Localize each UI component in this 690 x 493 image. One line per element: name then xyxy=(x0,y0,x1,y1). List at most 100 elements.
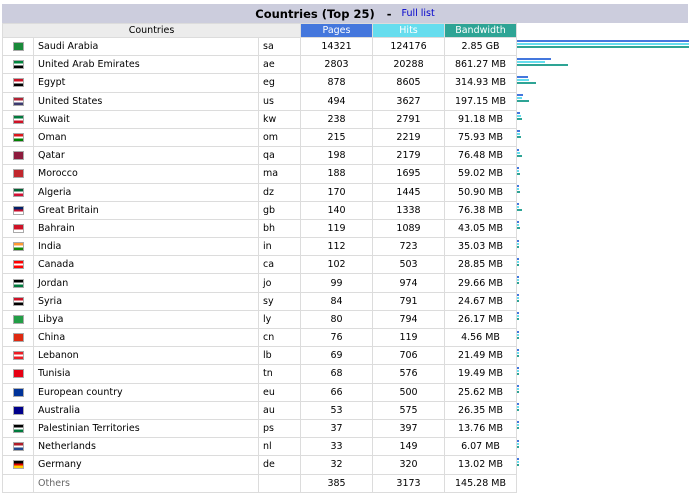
flag-cell xyxy=(3,56,34,74)
pages-bar xyxy=(517,94,523,96)
pages-value: 68 xyxy=(301,365,373,383)
bar-graph-cell xyxy=(517,329,690,347)
country-code: kw xyxy=(259,110,301,128)
hits-value: 974 xyxy=(373,274,445,292)
country-name: Egypt xyxy=(34,74,259,92)
country-name: Jordan xyxy=(34,274,259,292)
flag-cell xyxy=(3,256,34,274)
eu-flag-icon xyxy=(13,388,24,397)
bandwidth-bar xyxy=(517,173,520,175)
bandwidth-value: 6.07 MB xyxy=(445,438,517,456)
bandwidth-bar xyxy=(517,136,521,138)
bandwidth-value: 13.76 MB xyxy=(445,419,517,437)
pages-value: 14321 xyxy=(301,38,373,56)
hits-value: 791 xyxy=(373,292,445,310)
country-code: nl xyxy=(259,438,301,456)
col-header-graph xyxy=(517,24,690,38)
hits-value: 500 xyxy=(373,383,445,401)
country-code: lb xyxy=(259,347,301,365)
bar-graph-cell xyxy=(517,401,690,419)
bandwidth-value: 2.85 GB xyxy=(445,38,517,56)
table-row: Great Britaingb140133876.38 MB xyxy=(3,201,690,219)
jo-flag-icon xyxy=(13,279,24,288)
bar-graph-cell xyxy=(517,310,690,328)
table-row: Saudi Arabiasa143211241762.85 GB xyxy=(3,38,690,56)
pages-bar xyxy=(517,240,519,242)
country-name: Lebanon xyxy=(34,347,259,365)
bandwidth-value: 29.66 MB xyxy=(445,274,517,292)
bandwidth-value: 25.62 MB xyxy=(445,383,517,401)
hits-value: 397 xyxy=(373,419,445,437)
table-row: Australiaau5357526.35 MB xyxy=(3,401,690,419)
col-header-countries: Countries xyxy=(3,24,301,38)
bandwidth-bar xyxy=(517,464,519,466)
country-name: Great Britain xyxy=(34,201,259,219)
bandwidth-bar xyxy=(517,264,519,266)
hits-value: 503 xyxy=(373,256,445,274)
flag-cell xyxy=(3,292,34,310)
hits-bar xyxy=(517,406,519,408)
bandwidth-bar xyxy=(517,64,568,66)
bar-graph-cell xyxy=(517,419,690,437)
pages-value: 878 xyxy=(301,74,373,92)
others-bandwidth-value: 145.28 MB xyxy=(445,474,517,492)
bar-graph-cell xyxy=(517,128,690,146)
cn-flag-icon xyxy=(13,333,24,342)
pages-bar xyxy=(517,112,520,114)
country-code: ly xyxy=(259,310,301,328)
hits-bar xyxy=(517,388,519,390)
kw-flag-icon xyxy=(13,115,24,124)
pages-bar xyxy=(517,385,519,387)
pages-value: 53 xyxy=(301,401,373,419)
bandwidth-bar xyxy=(517,373,519,375)
section-title-bar: Countries (Top 25) - Full list xyxy=(2,4,688,23)
pages-bar xyxy=(517,331,519,333)
table-row: Netherlandsnl331496.07 MB xyxy=(3,438,690,456)
pages-bar xyxy=(517,403,519,405)
bandwidth-bar xyxy=(517,427,519,429)
bandwidth-value: 35.03 MB xyxy=(445,238,517,256)
table-body: Saudi Arabiasa143211241762.85 GBUnited A… xyxy=(3,38,690,493)
title-separator: - xyxy=(387,7,392,21)
country-code: ca xyxy=(259,256,301,274)
table-row: Canadaca10250328.85 MB xyxy=(3,256,690,274)
bar-graph-cell xyxy=(517,438,690,456)
full-list-link[interactable]: Full list xyxy=(402,8,435,19)
hits-bar xyxy=(517,170,519,172)
pages-value: 32 xyxy=(301,456,373,474)
hits-value: 794 xyxy=(373,310,445,328)
pages-bar xyxy=(517,76,528,78)
bar-graph-cell xyxy=(517,56,690,74)
country-code: om xyxy=(259,128,301,146)
hits-bar xyxy=(517,61,545,63)
bandwidth-bar xyxy=(517,282,519,284)
hits-bar xyxy=(517,297,519,299)
country-code: dz xyxy=(259,183,301,201)
pages-bar xyxy=(517,421,519,423)
country-name: United States xyxy=(34,92,259,110)
pages-value: 84 xyxy=(301,292,373,310)
hits-bar xyxy=(517,79,529,81)
bar-graph-cell xyxy=(517,38,690,56)
country-name: Tunisia xyxy=(34,365,259,383)
flag-cell xyxy=(3,38,34,56)
hits-bar xyxy=(517,352,519,354)
country-code: us xyxy=(259,92,301,110)
table-row: Syriasy8479124.67 MB xyxy=(3,292,690,310)
col-header-hits: Hits xyxy=(373,24,445,38)
ae-flag-icon xyxy=(13,60,24,69)
hits-value: 2179 xyxy=(373,147,445,165)
bandwidth-value: 50.90 MB xyxy=(445,183,517,201)
country-code: gb xyxy=(259,201,301,219)
country-name: China xyxy=(34,329,259,347)
hits-bar xyxy=(517,133,520,135)
bandwidth-value: 26.35 MB xyxy=(445,401,517,419)
flag-cell xyxy=(3,219,34,237)
table-row: United Statesus4943627197.15 MB xyxy=(3,92,690,110)
ps-flag-icon xyxy=(13,424,24,433)
bandwidth-bar xyxy=(517,246,519,248)
ca-flag-icon xyxy=(13,260,24,269)
table-row: Libyaly8079426.17 MB xyxy=(3,310,690,328)
hits-value: 320 xyxy=(373,456,445,474)
flag-cell xyxy=(3,456,34,474)
